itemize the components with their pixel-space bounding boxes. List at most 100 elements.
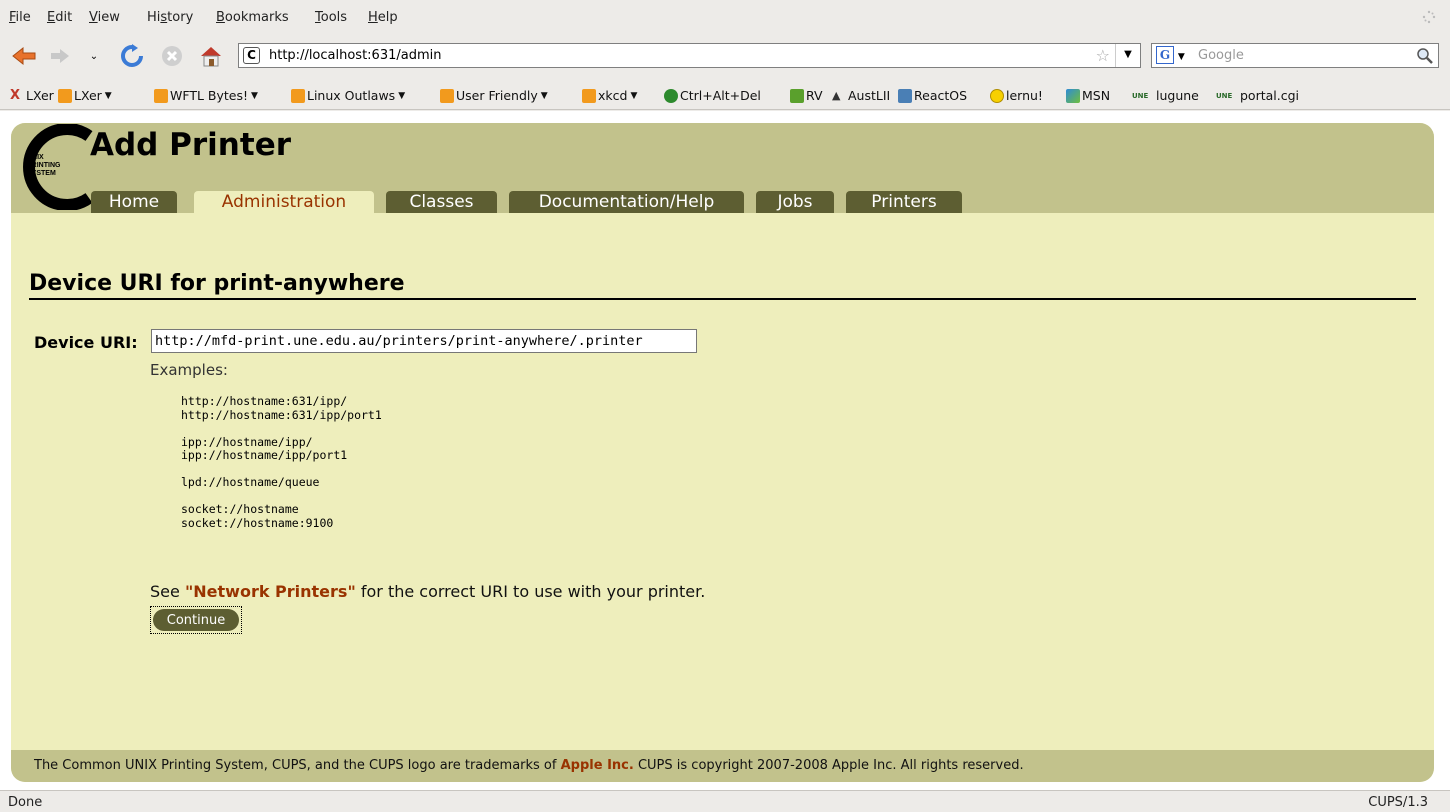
example-group-http: http://hostname:631/ipp/ http://hostname… [181,394,382,422]
lxer-x-icon: X [10,87,21,103]
menu-help[interactable]: Help [368,10,398,25]
google-icon: G [1156,46,1174,64]
continue-button[interactable]: Continue [153,609,239,631]
menu-view[interactable]: View [89,10,120,25]
rss-feed-icon [291,88,305,103]
page-title: Add Printer [90,127,292,163]
example-uri: socket://hostname [181,502,299,516]
page-header: UNIX PRINTING SYSTEM Add Printer Home Ad… [11,123,1434,213]
page-footer: The Common UNIX Printing System, CUPS, a… [11,750,1434,782]
example-uri: http://hostname:631/ipp/ [181,394,348,408]
bookmark-lernu[interactable]: lernu! [990,88,1043,103]
rss-feed-icon [58,88,72,103]
reload-button[interactable] [118,42,146,70]
status-server-info: CUPS/1.3 [1368,795,1428,810]
stop-button[interactable] [158,42,186,70]
url-text[interactable]: http://localhost:631/admin [269,48,442,63]
forward-button[interactable] [46,42,74,70]
bookmarks-toolbar: X LXer LXer ▼ WFTL Bytes! ▼ Linux Outlaws ▼ … [0,80,1450,110]
history-dropdown-button[interactable]: ⌄ [84,42,104,70]
rv-icon [790,88,804,103]
bookmark-austlii[interactable]: ▲ AustLII [832,88,890,103]
bookmark-reactos[interactable]: ReactOS [898,88,967,103]
site-identity-icon[interactable]: C [243,47,260,64]
status-text: Done [8,795,43,810]
menubar: File Edit View History Bookmarks Tools H… [0,0,1450,36]
cups-logo-icon: UNIX PRINTING SYSTEM [23,124,93,210]
bookmark-lxer[interactable]: X LXer [10,88,54,103]
bookmark-user-friendly[interactable]: User Friendly ▼ [440,88,548,103]
tab-documentation-help[interactable]: Documentation/Help [509,191,744,213]
url-bar[interactable]: C http://localhost:631/admin ☆ ▼ [238,43,1141,68]
heading-rule [29,298,1416,300]
search-icon[interactable] [1416,47,1434,65]
menu-history[interactable]: History [147,10,193,25]
cups-page: UNIX PRINTING SYSTEM Add Printer Home Ad… [11,123,1434,782]
status-bar: Done CUPS/1.3 [0,790,1450,812]
page-viewport: UNIX PRINTING SYSTEM Add Printer Home Ad… [0,111,1450,790]
menu-bookmarks[interactable]: Bookmarks [216,10,289,25]
bookmark-lugune[interactable]: UNE lugune [1132,88,1199,103]
example-group-lpd: lpd://hostname/queue [181,475,382,490]
rss-feed-icon [440,88,454,103]
austlii-icon: ▲ [832,88,841,102]
apple-link[interactable]: Apple Inc. [561,758,634,773]
url-dropdown-button[interactable]: ▼ [1115,44,1140,67]
continue-focus-ring: Continue [150,606,242,634]
forward-arrow-icon [51,49,69,63]
bookmark-wftl-bytes[interactable]: WFTL Bytes! ▼ [154,88,258,103]
msn-icon [1066,88,1080,103]
logo-text-unix: UNIX [27,154,44,161]
examples-label: Examples: [150,361,228,379]
bookmark-linux-outlaws[interactable]: Linux Outlaws ▼ [291,88,405,103]
bookmark-star-icon[interactable]: ☆ [1096,46,1110,65]
rss-feed-icon [582,88,596,103]
network-printers-hint: See "Network Printers" for the correct U… [150,582,706,601]
network-printers-link[interactable]: "Network Printers" [185,582,356,601]
home-icon [201,47,221,67]
stop-icon [162,46,182,66]
example-uri: socket://hostname:9100 [181,515,334,530]
bookmark-msn[interactable]: MSN [1066,88,1110,103]
logo-text-printing: PRINTING [27,162,61,169]
example-group-socket: socket://hostname socket://hostname:9100 [181,502,382,530]
menu-edit[interactable]: Edit [47,10,72,25]
tab-classes[interactable]: Classes [386,191,497,213]
device-uri-label: Device URI: [34,333,138,352]
bookmark-xkcd[interactable]: xkcd ▼ [582,88,637,103]
bookmark-portal-cgi[interactable]: UNE portal.cgi [1216,88,1299,103]
navigation-toolbar: ⌄ C http://localhost:631/admin ☆ ▼ G ▼ G… [0,36,1450,76]
menu-tools[interactable]: Tools [315,10,347,25]
reactos-icon [898,88,912,103]
example-uri: ipp://hostname/ipp/ [181,434,313,449]
menu-file[interactable]: File [9,10,31,25]
tab-home[interactable]: Home [91,191,177,213]
back-arrow-icon [12,46,36,66]
bookmark-rv[interactable]: RV [790,88,823,103]
device-uri-input[interactable] [151,329,697,353]
throbber-icon [1422,10,1436,24]
tab-printers[interactable]: Printers [846,191,962,213]
rss-feed-icon [154,88,168,103]
home-button[interactable] [197,42,225,70]
cad-icon [664,88,678,103]
search-engine-selector[interactable]: G ▼ [1156,46,1192,65]
une-icon: UNE [1216,91,1233,100]
back-button[interactable] [10,42,38,70]
chevron-down-icon: ⌄ [89,50,99,62]
bookmark-ctrl-alt-del[interactable]: Ctrl+Alt+Del [664,88,761,103]
uri-examples: http://hostname:631/ipp/ http://hostname… [181,394,382,544]
search-input[interactable]: Google [1198,48,1244,63]
logo-text-system: SYSTEM [27,170,56,177]
reload-icon [121,44,143,67]
example-group-ipp: ipp://hostname/ipp/ ipp://hostname/ipp/p… [181,434,382,463]
une-icon: UNE [1132,91,1149,100]
search-bar[interactable]: G ▼ Google [1151,43,1439,68]
example-uri: lpd://hostname/queue [181,475,320,489]
bookmark-lxer-feed[interactable]: LXer ▼ [58,88,112,103]
tab-administration[interactable]: Administration [194,191,374,213]
section-heading: Device URI for print-anywhere [29,271,405,296]
tab-jobs[interactable]: Jobs [756,191,834,213]
smiley-icon [990,88,1004,103]
example-uri: ipp://hostname/ipp/port1 [181,448,348,462]
